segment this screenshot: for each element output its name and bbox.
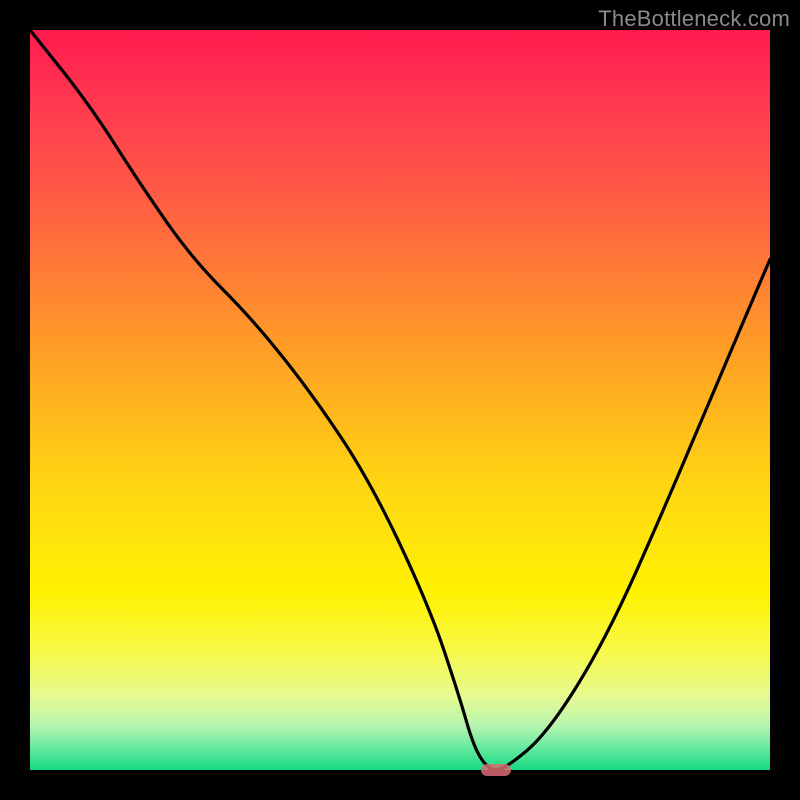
chart-frame: TheBottleneck.com xyxy=(0,0,800,800)
attribution-watermark: TheBottleneck.com xyxy=(598,6,790,32)
plot-area xyxy=(30,30,770,770)
bottleneck-marker xyxy=(481,764,511,776)
bottleneck-curve xyxy=(30,30,770,770)
